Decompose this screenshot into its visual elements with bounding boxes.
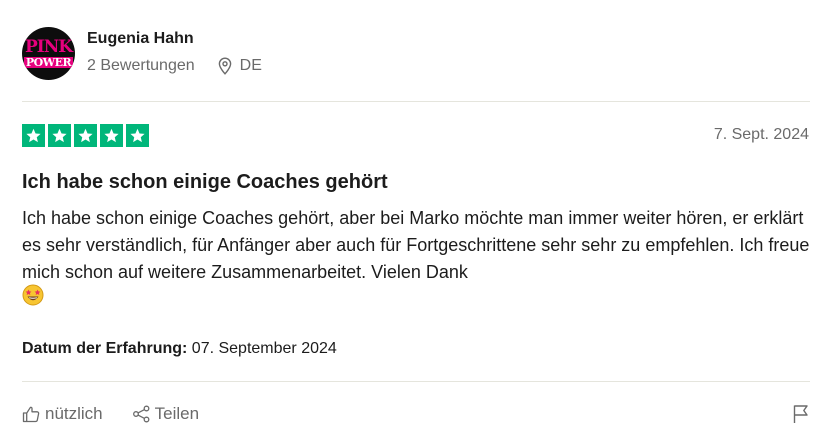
star-icon	[126, 124, 149, 147]
experience-label: Datum der Erfahrung:	[22, 340, 188, 357]
divider-top	[22, 101, 810, 102]
avatar[interactable]: PINK POWER	[22, 27, 75, 80]
report-button[interactable]	[792, 404, 810, 429]
thumbs-up-icon	[22, 406, 40, 423]
reviewer-info: Eugenia Hahn 2 Bewertungen DE	[87, 30, 262, 75]
avatar-text-top: PINK	[24, 37, 73, 57]
review-title[interactable]: Ich habe schon einige Coaches gehört	[22, 171, 388, 194]
grinning-star-eyes-emoji	[22, 284, 44, 314]
share-icon	[132, 405, 150, 423]
reviewer-header: PINK POWER Eugenia Hahn 2 Bewertungen DE	[22, 27, 262, 80]
star-icon	[100, 124, 123, 147]
review-count: 2 Bewertungen	[87, 57, 195, 74]
experience-value: 07. September 2024	[191, 340, 337, 357]
review-body: Ich habe schon einige Coaches gehört, ab…	[22, 205, 812, 314]
review-actions: nützlich Teilen	[22, 404, 228, 424]
share-button[interactable]: Teilen	[132, 404, 199, 424]
reviewer-location: DE	[217, 57, 262, 75]
star-icon	[48, 124, 71, 147]
country-code: DE	[239, 57, 262, 74]
share-label: Teilen	[154, 404, 200, 423]
useful-button[interactable]: nützlich	[22, 404, 103, 424]
divider-bottom	[22, 381, 810, 382]
review-body-text: Ich habe schon einige Coaches gehört, ab…	[22, 208, 810, 282]
star-rating	[22, 124, 149, 147]
reviewer-meta: 2 Bewertungen DE	[87, 57, 262, 75]
experience-date: Datum der Erfahrung: 07. September 2024	[22, 340, 337, 358]
useful-label: nützlich	[45, 404, 103, 423]
flag-icon	[793, 405, 808, 423]
location-pin-icon	[218, 57, 231, 75]
review-date: 7. Sept. 2024	[713, 126, 809, 143]
reviewer-name[interactable]: Eugenia Hahn	[87, 30, 262, 48]
star-icon	[74, 124, 97, 147]
avatar-text-bottom: POWER	[23, 56, 74, 69]
star-icon	[22, 124, 45, 147]
